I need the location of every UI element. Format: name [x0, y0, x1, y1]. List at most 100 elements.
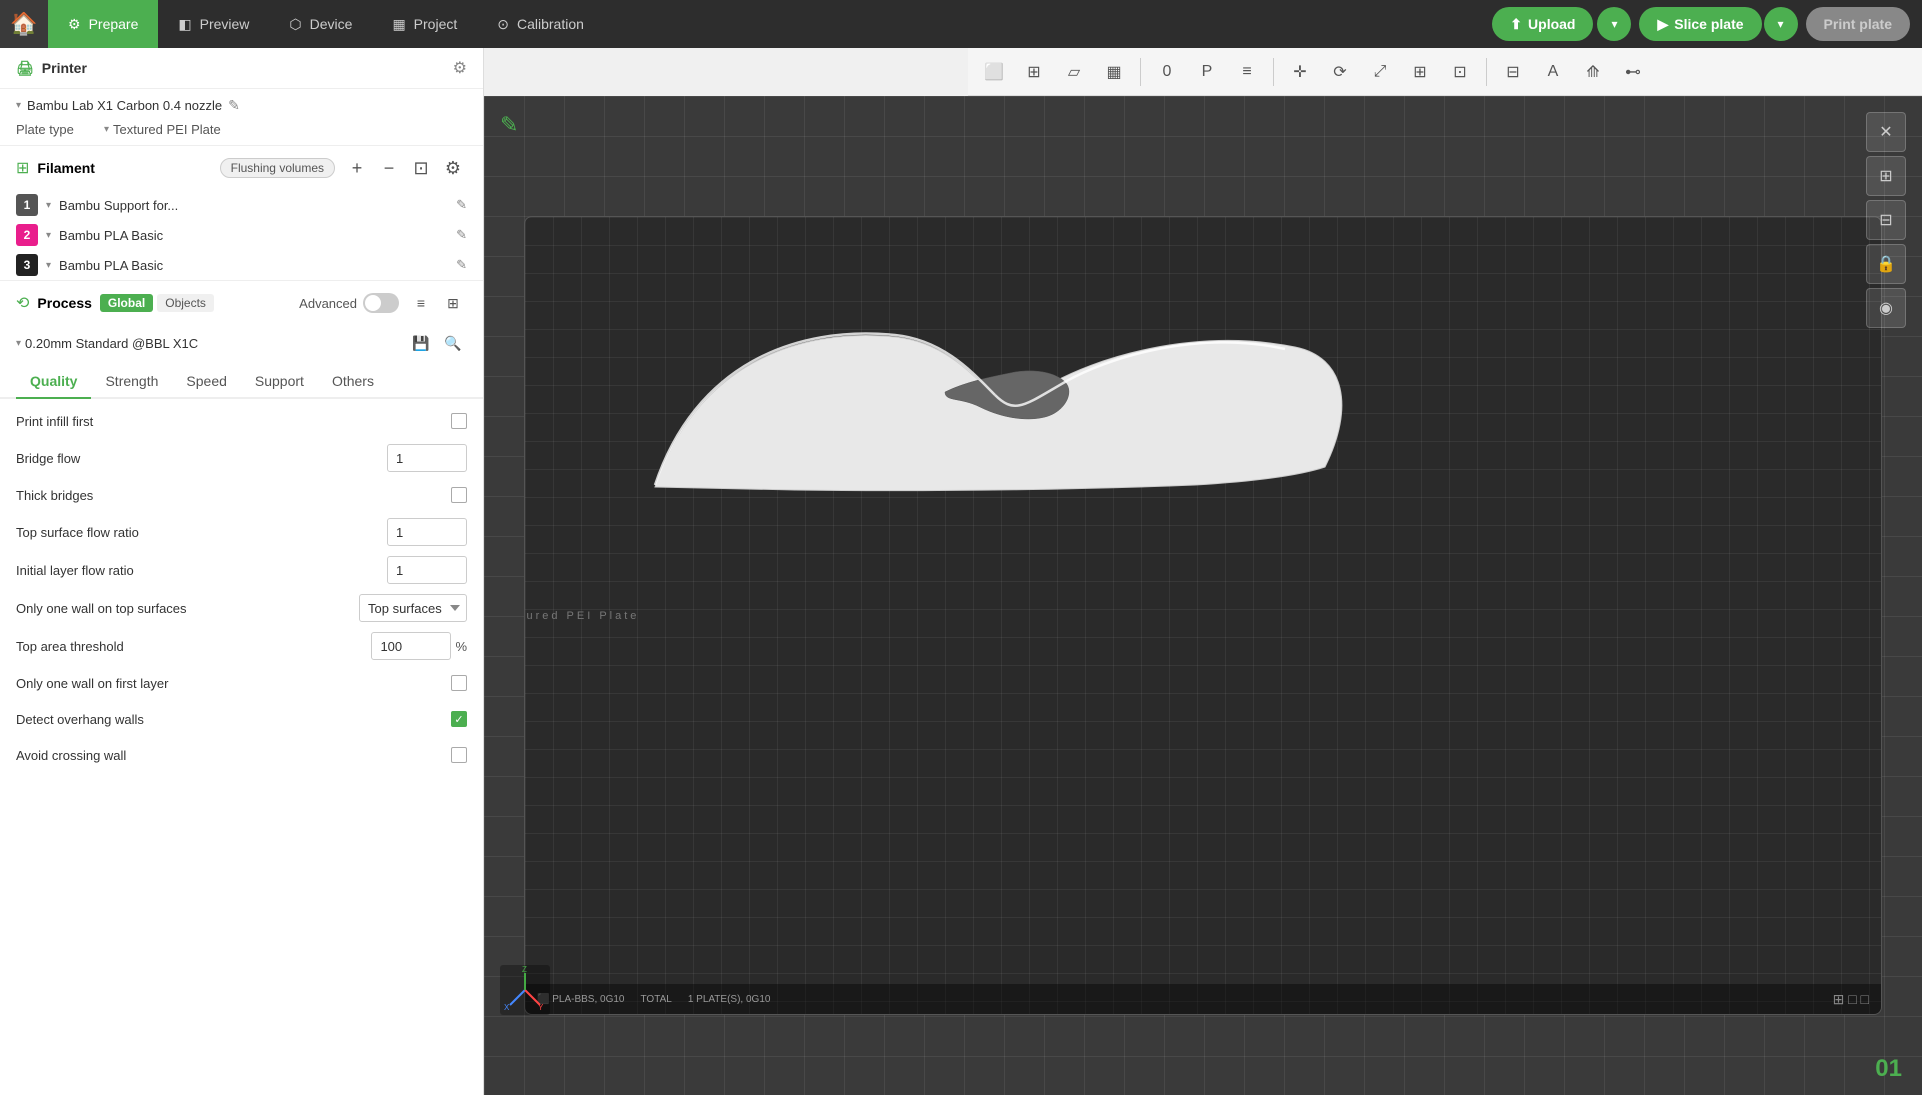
chevron-down-icon: ▾	[16, 338, 21, 349]
toolbar-layout-btn[interactable]: ▦	[1096, 54, 1132, 90]
settings-list: Print infill first Bridge flow Thick bri…	[0, 399, 483, 777]
slice-button[interactable]: ▶ Slice plate	[1639, 7, 1761, 41]
project-icon: ▦	[392, 16, 405, 33]
avoid-crossing-checkbox[interactable]	[451, 747, 467, 763]
preset-search-button[interactable]: 🔍	[439, 329, 467, 357]
toolbar-3d-btn[interactable]: ⬜	[976, 54, 1012, 90]
print-infill-first-checkbox[interactable]	[451, 413, 467, 429]
filament-remove-button[interactable]: −	[375, 154, 403, 182]
tab-speed[interactable]: Speed	[172, 365, 240, 399]
toolbar-support-btn[interactable]: ⟰	[1575, 54, 1611, 90]
filament-1-edit-icon[interactable]: ✎	[456, 197, 467, 213]
filament-actions: + − ⊡ ⚙	[343, 154, 467, 182]
toolbar-split-btn[interactable]: ⊟	[1495, 54, 1531, 90]
print-infill-first-control	[451, 413, 467, 429]
setting-initial-layer-flow: Initial layer flow ratio	[0, 551, 483, 589]
tab-support[interactable]: Support	[241, 365, 318, 399]
advanced-toggle[interactable]	[363, 293, 399, 313]
toolbar-move-btn[interactable]: ✛	[1282, 54, 1318, 90]
process-header: ⟲ Process Global Objects Advanced ≡ ⊞	[0, 281, 483, 325]
toolbar-mirror-btn[interactable]: ⊞	[1402, 54, 1438, 90]
filament-section: ⊞ Filament Flushing volumes + − ⊡ ⚙ 1 ▾ …	[0, 145, 483, 280]
tab-prepare[interactable]: ⚙ Prepare	[48, 0, 158, 48]
filament-settings-button[interactable]: ⚙	[439, 154, 467, 182]
tab-project[interactable]: ▦ Project	[372, 0, 477, 48]
viewport-toolbar: ⬜ ⊞ ▱ ▦ 0 P ≡ ✛ ⟳ ⤢ ⊞ ⊡ ⊟ A ⟰ ⊷	[968, 48, 1922, 96]
toolbar-sep-1	[1140, 58, 1141, 86]
svg-text:Y: Y	[538, 1003, 544, 1012]
toolbar-scale-btn[interactable]: ⤢	[1362, 54, 1398, 90]
viewport-3d[interactable]: ✎ Bambu Textured PEI Plate	[484, 96, 1922, 1095]
toolbar-grid-btn[interactable]: ⊞	[1016, 54, 1052, 90]
printer-icon: 🖨	[16, 60, 34, 77]
initial-layer-flow-control	[387, 556, 467, 584]
flushing-volumes-button[interactable]: Flushing volumes	[220, 158, 335, 178]
printer-edit-icon[interactable]: ✎	[228, 97, 240, 114]
tab-quality[interactable]: Quality	[16, 365, 91, 399]
top-area-threshold-input[interactable]	[371, 632, 451, 660]
badge-global[interactable]: Global	[100, 294, 153, 312]
only-one-wall-first-checkbox[interactable]	[451, 675, 467, 691]
toolbar-measure-btn[interactable]: ⊷	[1615, 54, 1651, 90]
slice-dropdown[interactable]: ▾	[1764, 7, 1798, 41]
tab-others[interactable]: Others	[318, 365, 388, 399]
home-logo[interactable]: 🏠	[0, 0, 48, 48]
process-compare-button[interactable]: ⊞	[439, 289, 467, 317]
plate-type-select[interactable]: ▾ Textured PEI Plate	[104, 122, 221, 137]
calibration-icon: ⊙	[497, 16, 509, 33]
upload-dropdown[interactable]: ▾	[1597, 7, 1631, 41]
toolbar-zero-btn[interactable]: 0	[1149, 54, 1185, 90]
thick-bridges-control	[451, 487, 467, 503]
tab-device[interactable]: ⬡ Device	[269, 0, 372, 48]
bridge-flow-input[interactable]	[387, 444, 467, 472]
toolbar-list-btn[interactable]: ≡	[1229, 54, 1265, 90]
thick-bridges-checkbox[interactable]	[451, 487, 467, 503]
tab-strength[interactable]: Strength	[91, 365, 172, 399]
svg-text:Z: Z	[522, 965, 527, 974]
filament-number-3: 3	[16, 254, 38, 276]
rt-lock-button[interactable]: 🔒	[1866, 244, 1906, 284]
filament-number-2: 2	[16, 224, 38, 246]
preset-name: ▾ 0.20mm Standard @BBL X1C	[16, 336, 399, 351]
toolbar-angle-btn[interactable]: ▱	[1056, 54, 1092, 90]
rt-visibility-button[interactable]: ◉	[1866, 288, 1906, 328]
preset-actions: 💾 🔍	[407, 329, 467, 357]
status-plates: 1 PLATE(S), 0G10	[688, 994, 771, 1005]
tab-preview[interactable]: ◧ Preview	[158, 0, 269, 48]
toolbar-p-btn[interactable]: P	[1189, 54, 1225, 90]
filament-header: ⊞ Filament Flushing volumes + − ⊡ ⚙	[0, 146, 483, 190]
preset-save-button[interactable]: 💾	[407, 329, 435, 357]
only-one-wall-first-control	[451, 675, 467, 691]
device-icon: ⬡	[289, 16, 301, 33]
process-advanced: Advanced	[299, 293, 399, 313]
rt-view-button[interactable]: ⊟	[1866, 200, 1906, 240]
filament-copy-button[interactable]: ⊡	[407, 154, 435, 182]
detect-overhang-control	[451, 711, 467, 727]
rt-layers-button[interactable]: ⊞	[1866, 156, 1906, 196]
detect-overhang-checkbox[interactable]	[451, 711, 467, 727]
filament-2-edit-icon[interactable]: ✎	[456, 227, 467, 243]
upload-button[interactable]: ⬆ Upload	[1492, 7, 1593, 41]
avoid-crossing-control	[451, 747, 467, 763]
printer-section-header: 🖨 Printer ⚙	[0, 48, 483, 89]
only-one-wall-top-select[interactable]: Top surfaces All surfaces Disabled	[359, 594, 467, 622]
filament-add-button[interactable]: +	[343, 154, 371, 182]
edit-pencil-icon[interactable]: ✎	[500, 112, 518, 138]
toolbar-arrange-btn[interactable]: ⊡	[1442, 54, 1478, 90]
badge-objects[interactable]: Objects	[157, 294, 214, 312]
main-content: 🖨 Printer ⚙ ▾ Bambu Lab X1 Carbon 0.4 no…	[0, 48, 1922, 1095]
tab-calibration[interactable]: ⊙ Calibration	[477, 0, 604, 48]
model-3d	[645, 317, 1345, 517]
process-list-button[interactable]: ≡	[407, 289, 435, 317]
print-button[interactable]: Print plate	[1806, 7, 1910, 41]
filament-3-edit-icon[interactable]: ✎	[456, 257, 467, 273]
slice-icon: ▶	[1657, 16, 1668, 33]
toolbar-rotate-btn[interactable]: ⟳	[1322, 54, 1358, 90]
plate-type-row: Plate type ▾ Textured PEI Plate	[0, 118, 483, 145]
toolbar-text-btn[interactable]: A	[1535, 54, 1571, 90]
initial-layer-flow-input[interactable]	[387, 556, 467, 584]
printer-settings-icon[interactable]: ⚙	[453, 58, 467, 78]
top-surface-flow-input[interactable]	[387, 518, 467, 546]
toolbar-sep-3	[1486, 58, 1487, 86]
rt-close-button[interactable]: ✕	[1866, 112, 1906, 152]
